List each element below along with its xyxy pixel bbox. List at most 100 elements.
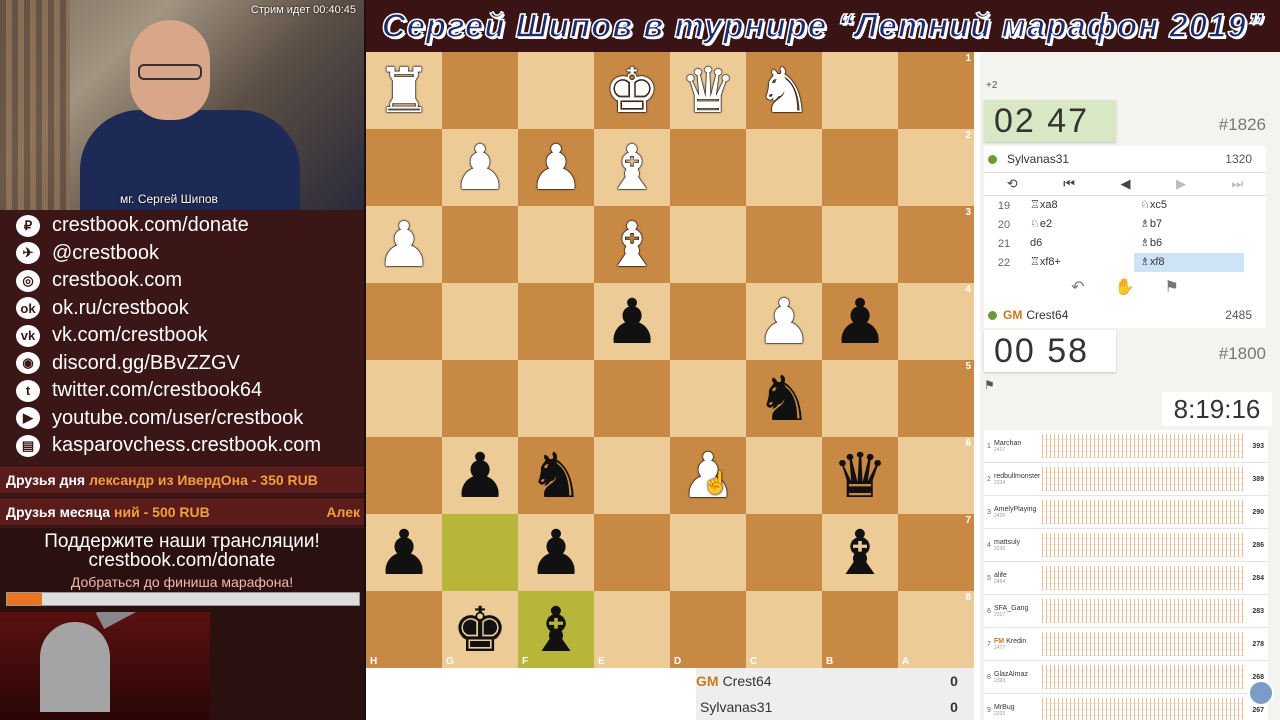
board-square[interactable]: ♟ (746, 283, 822, 360)
board-square[interactable]: E (594, 591, 670, 668)
board-square[interactable] (518, 52, 594, 129)
black-pawn-icon[interactable]: ♟ (528, 521, 584, 584)
board-square[interactable]: 6 (898, 437, 974, 514)
white-move[interactable]: d6 (1024, 234, 1134, 253)
social-link[interactable]: ₽ crestbook.com/donate (0, 212, 364, 240)
black-queen-icon[interactable]: ♛ (832, 444, 888, 507)
white-queen-icon[interactable]: ♛ (680, 59, 736, 122)
board-square[interactable] (442, 360, 518, 437)
table-row[interactable]: 8 GlazAlmaz 2393 268 (984, 661, 1268, 694)
bottom-game-id[interactable]: #1800 (1219, 344, 1266, 364)
board-square[interactable] (746, 206, 822, 283)
black-pawn-icon[interactable]: ♟ (604, 290, 660, 353)
board-square[interactable] (366, 360, 442, 437)
black-pawn-icon[interactable]: ♟ (376, 521, 432, 584)
resign-flag-icon[interactable]: ⚑ (1164, 277, 1178, 297)
white-king-icon[interactable]: ♚ (604, 59, 660, 122)
board-square[interactable] (822, 206, 898, 283)
black-pawn-icon[interactable]: ♟ (832, 290, 888, 353)
board-square[interactable] (670, 129, 746, 206)
board-square[interactable]: ♟ (442, 437, 518, 514)
black-move[interactable]: ♗b7 (1134, 215, 1244, 234)
white-pawn-icon[interactable]: ♟ (376, 213, 432, 276)
board-square[interactable] (594, 360, 670, 437)
white-pawn-icon[interactable]: ♟ (452, 136, 508, 199)
board-square[interactable] (366, 283, 442, 360)
black-bishop-icon[interactable]: ♝ (832, 521, 888, 584)
board-square[interactable]: 1 (898, 52, 974, 129)
first-move-icon[interactable]: ⏮ (1063, 176, 1075, 192)
board-square[interactable]: 7 (898, 514, 974, 591)
black-bishop-icon[interactable]: ♝ (528, 598, 584, 661)
next-move-icon[interactable]: ▶ (1176, 176, 1186, 192)
social-link[interactable]: ▤ kasparovchess.crestbook.com (0, 432, 364, 460)
board-square[interactable]: 2 (898, 129, 974, 206)
board-square[interactable] (442, 283, 518, 360)
social-link[interactable]: t twitter.com/crestbook64 (0, 377, 364, 405)
board-square[interactable]: ♝ (822, 514, 898, 591)
board-square[interactable]: ♟ (594, 283, 670, 360)
board-square[interactable]: B (822, 591, 898, 668)
board-square[interactable] (518, 360, 594, 437)
board-square[interactable]: ♞ (746, 360, 822, 437)
table-row[interactable]: 2 redbullmonster 2334 389 (984, 463, 1268, 496)
board-square[interactable] (746, 129, 822, 206)
board-square[interactable]: ♚ (594, 52, 670, 129)
top-game-id[interactable]: #1826 (1219, 115, 1266, 135)
takeback-icon[interactable]: ↶ (1071, 277, 1084, 297)
white-pawn-icon[interactable]: ♟ (528, 136, 584, 199)
table-row[interactable]: 3 AmelyPlaying 2420 290 (984, 496, 1268, 529)
white-move[interactable]: ♖xa8 (1024, 196, 1134, 215)
board-square[interactable] (822, 52, 898, 129)
board-square[interactable] (822, 360, 898, 437)
white-knight-icon[interactable]: ♞ (756, 59, 812, 122)
chess-board[interactable]: ♜ ♚ ♛ ♞ 1 ♟ ♟ ♝ 2 ♟ ♝ 3 ♟ ♟ ♟ 4 ♞ 5 ♟ ♞ ♟ ♛ 6 ♟ ♟ ♝ 7 H ♚ G ♝ F E D C B 8 A (366, 52, 974, 668)
black-move[interactable]: ♗xf8 (1134, 253, 1244, 272)
board-square[interactable]: ♛ (670, 52, 746, 129)
board-square[interactable] (670, 514, 746, 591)
board-square[interactable]: ♞ (746, 52, 822, 129)
black-move[interactable]: ♘xc5 (1134, 196, 1244, 215)
white-bishop-icon[interactable]: ♝ (604, 213, 660, 276)
board-square[interactable]: H (366, 591, 442, 668)
last-move-icon[interactable]: ⏭ (1232, 176, 1244, 192)
avatar[interactable] (1248, 680, 1274, 706)
black-king-icon[interactable]: ♚ (452, 598, 508, 661)
board-square[interactable]: ♜ (366, 52, 442, 129)
board-square[interactable] (746, 514, 822, 591)
board-square[interactable]: ♞ (518, 437, 594, 514)
table-row[interactable]: 7 FM Kredin 2477 278 (984, 628, 1268, 661)
board-square[interactable]: 5 (898, 360, 974, 437)
white-bishop-icon[interactable]: ♝ (604, 136, 660, 199)
black-pawn-icon[interactable]: ♟ (452, 444, 508, 507)
prev-move-icon[interactable]: ◀ (1120, 176, 1130, 192)
board-square[interactable] (670, 360, 746, 437)
black-knight-icon[interactable]: ♞ (756, 367, 812, 430)
board-square[interactable] (822, 129, 898, 206)
top-player-row[interactable]: Sylvanas31 1320 (984, 146, 1266, 172)
board-square[interactable]: ♟ (366, 206, 442, 283)
board-square[interactable] (670, 283, 746, 360)
social-link[interactable]: ◎ crestbook.com (0, 267, 364, 295)
social-link[interactable]: ✈ @crestbook (0, 240, 364, 268)
board-square[interactable]: 3 (898, 206, 974, 283)
board-square[interactable] (366, 129, 442, 206)
offer-draw-icon[interactable]: ✋ (1115, 277, 1135, 297)
flip-board-icon[interactable]: ⟲ (1007, 176, 1018, 192)
board-square[interactable]: C (746, 591, 822, 668)
bottom-player-row[interactable]: GM Crest64 2485 (984, 302, 1266, 328)
white-rook-icon[interactable]: ♜ (376, 59, 432, 122)
white-move[interactable]: ♘e2 (1024, 215, 1134, 234)
board-square[interactable]: ♟ (442, 129, 518, 206)
social-link[interactable]: ▶ youtube.com/user/crestbook (0, 405, 364, 433)
black-move[interactable]: ♗b6 (1134, 234, 1244, 253)
board-square[interactable]: ♝ F (518, 591, 594, 668)
board-square[interactable]: ♝ (594, 129, 670, 206)
table-row[interactable]: 1 Marchan 2417 393 (984, 430, 1268, 463)
social-link[interactable]: ◉ discord.gg/BBvZZGV (0, 350, 364, 378)
board-square[interactable] (366, 437, 442, 514)
white-move[interactable]: ♖xf8+ (1024, 253, 1134, 272)
board-square[interactable] (518, 283, 594, 360)
social-link[interactable]: ok ok.ru/crestbook (0, 295, 364, 323)
board-square[interactable]: ♟ (518, 514, 594, 591)
